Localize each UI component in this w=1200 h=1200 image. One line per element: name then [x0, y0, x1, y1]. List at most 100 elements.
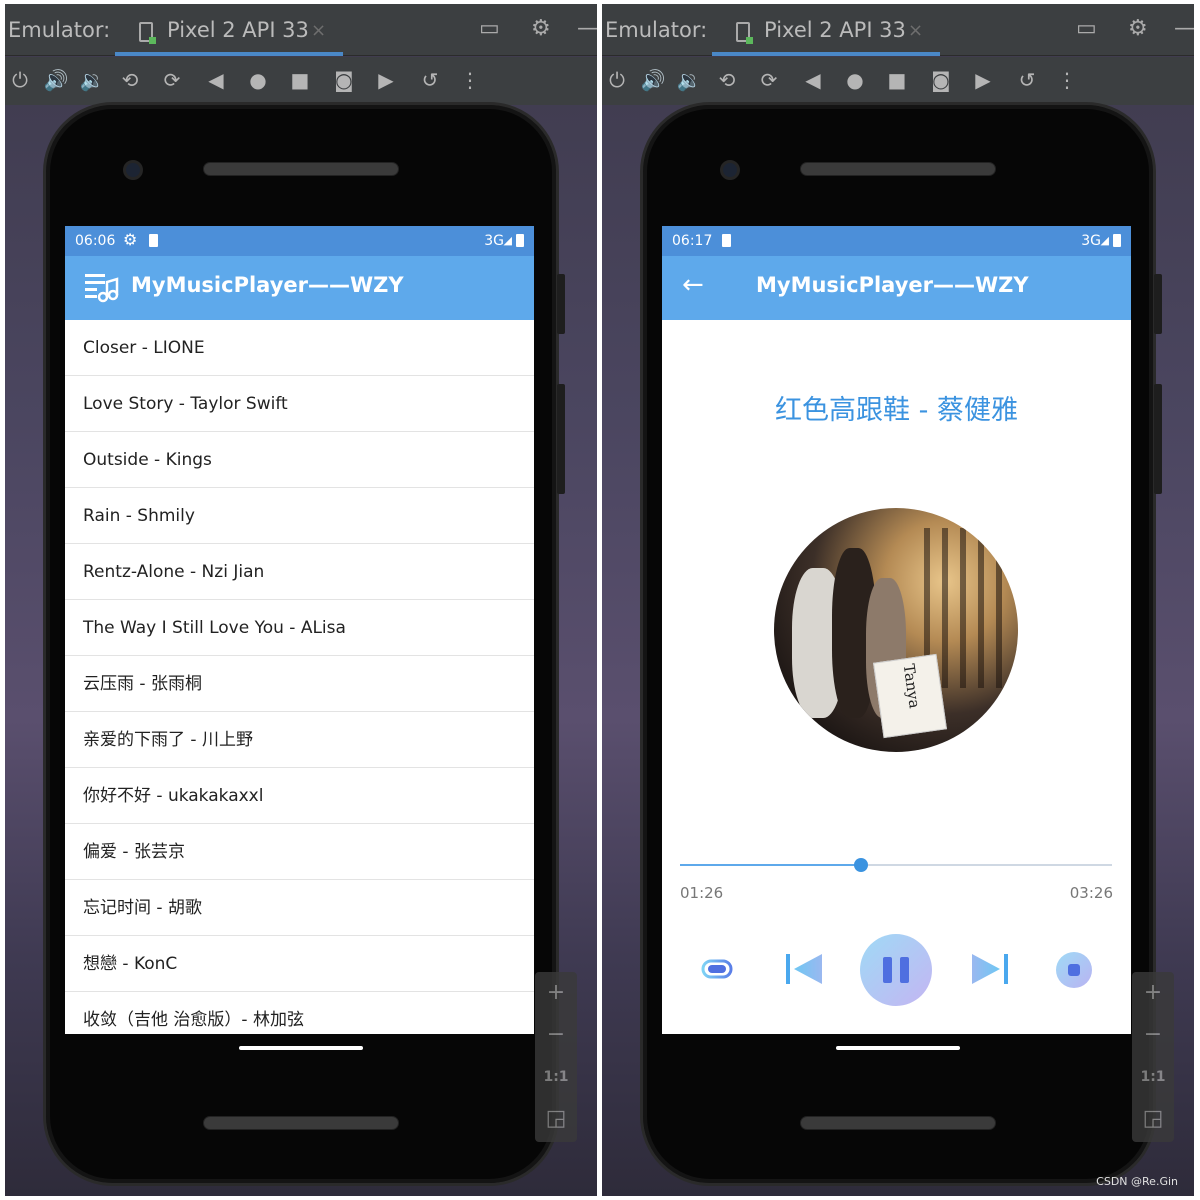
zoom-actual-size-button[interactable]: 1:1 [1132, 1056, 1174, 1098]
device-icon [736, 22, 753, 44]
device-tab-label: Pixel 2 API 33 [167, 18, 309, 42]
fit-screen-icon[interactable]: ◲ [535, 1098, 577, 1140]
close-tab-icon[interactable]: × [908, 20, 923, 41]
zoom-actual-size-button[interactable]: 1:1 [535, 1056, 577, 1098]
screenrecord-icon[interactable]: ▶ [970, 67, 996, 93]
overview-icon[interactable]: ■ [287, 67, 313, 93]
volume-down-icon[interactable]: 🔉 [676, 67, 702, 93]
rotate-right-icon[interactable]: ⟳ [159, 67, 185, 93]
emulator-titlebar: Emulator: Pixel 2 API 33 × ▭ ⚙ — [5, 4, 597, 56]
home-icon[interactable]: ● [842, 67, 868, 93]
signal-icon: ◢ [503, 234, 512, 247]
song-list-item[interactable]: 忘记时间 - 胡歌 [65, 880, 534, 936]
volume-up-icon[interactable]: 🔊 [43, 67, 69, 93]
loop-mode-icon[interactable] [698, 950, 736, 988]
window-layout-icon[interactable]: ▭ [479, 16, 500, 41]
fit-screen-icon[interactable]: ◲ [1132, 1098, 1174, 1140]
settings-status-icon: ⚙ [123, 230, 138, 249]
power-side-button[interactable] [557, 274, 565, 334]
minimize-icon[interactable]: — [577, 16, 597, 41]
cover-text: Tanya [899, 662, 924, 710]
song-list-item[interactable]: 偏爱 - 张芸京 [65, 824, 534, 880]
zoom-out-button[interactable]: − [535, 1014, 577, 1056]
app-bar: MyMusicPlayer——WZY [65, 256, 534, 320]
song-list-item[interactable]: Rentz-Alone - Nzi Jian [65, 544, 534, 600]
back-icon[interactable]: ◀ [800, 67, 826, 93]
back-icon[interactable]: ◀ [203, 67, 229, 93]
cover-card: Tanya [873, 653, 947, 739]
previous-track-icon[interactable] [782, 948, 826, 990]
seek-bar[interactable] [680, 858, 1112, 872]
song-list-item[interactable]: 云压雨 - 张雨桐 [65, 656, 534, 712]
now-playing-title: 红色高跟鞋 - 蔡健雅 [775, 395, 1018, 426]
volume-down-icon[interactable]: 🔉 [79, 67, 105, 93]
window-layout-icon[interactable]: ▭ [1076, 16, 1097, 41]
gesture-nav-bar[interactable] [836, 1046, 960, 1050]
sd-card-icon [149, 234, 158, 247]
pause-button[interactable] [858, 932, 934, 1008]
emulator-toolbar: ⏻ 🔊 🔉 ⟲ ⟳ ◀ ● ■ ◙ ▶ ↺ ⋮ [602, 57, 1194, 105]
earpiece-speaker [800, 162, 996, 176]
close-tab-icon[interactable]: × [311, 20, 326, 41]
song-list-item[interactable]: 想戀 - KonC [65, 936, 534, 992]
device-tab[interactable]: Pixel 2 API 33 × [712, 4, 940, 56]
app-title: MyMusicPlayer——WZY [756, 273, 1029, 297]
more-icon[interactable]: ⋮ [457, 67, 483, 93]
snapshot-icon[interactable]: ↺ [417, 67, 443, 93]
app-bar: ← MyMusicPlayer——WZY [662, 256, 1131, 320]
power-icon[interactable]: ⏻ [7, 67, 33, 93]
snapshot-icon[interactable]: ↺ [1014, 67, 1040, 93]
song-list-item[interactable]: Love Story - Taylor Swift [65, 376, 534, 432]
emulator-panel-left: Emulator: Pixel 2 API 33 × ▭ ⚙ — ⏻ 🔊 🔉 ⟲… [5, 4, 597, 1196]
stop-button[interactable] [1054, 950, 1094, 990]
device-tab-label: Pixel 2 API 33 [764, 18, 906, 42]
watermark: CSDN @Re.Gin [1096, 1175, 1178, 1188]
power-side-button[interactable] [1154, 274, 1162, 334]
volume-side-button[interactable] [1154, 384, 1162, 494]
emulator-label: Emulator: [605, 18, 708, 42]
volume-side-button[interactable] [557, 384, 565, 494]
screenshot-icon[interactable]: ◙ [331, 67, 357, 93]
screenrecord-icon[interactable]: ▶ [373, 67, 399, 93]
song-list-item[interactable]: Outside - Kings [65, 432, 534, 488]
next-track-icon[interactable] [968, 948, 1012, 990]
rotate-left-icon[interactable]: ⟲ [117, 67, 143, 93]
current-time: 01:26 [680, 884, 724, 902]
battery-icon [1113, 234, 1121, 247]
rotate-left-icon[interactable]: ⟲ [714, 67, 740, 93]
song-list-item[interactable]: Closer - LIONE [65, 320, 534, 376]
zoom-controls: + − 1:1 ◲ [1132, 972, 1174, 1142]
power-icon[interactable]: ⏻ [604, 67, 630, 93]
sd-card-icon [722, 234, 731, 247]
minimize-icon[interactable]: — [1174, 16, 1194, 41]
song-list-item[interactable]: Rain - Shmily [65, 488, 534, 544]
overview-icon[interactable]: ■ [884, 67, 910, 93]
song-list-item[interactable]: 收敛（吉他 治愈版）- 林加弦 [65, 992, 534, 1034]
volume-up-icon[interactable]: 🔊 [640, 67, 666, 93]
music-list-icon [85, 274, 119, 303]
zoom-out-button[interactable]: − [1132, 1014, 1174, 1056]
more-icon[interactable]: ⋮ [1054, 67, 1080, 93]
back-arrow-icon[interactable]: ← [682, 270, 704, 300]
gesture-nav-bar[interactable] [239, 1046, 363, 1050]
phone-screen-player: 06:17 3G ◢ ← MyMusicPlayer——WZY 红色高跟鞋 - … [662, 226, 1131, 1034]
total-time: 03:26 [1069, 884, 1113, 902]
network-indicator: 3G [1081, 233, 1101, 249]
gear-icon[interactable]: ⚙ [1128, 16, 1148, 41]
emulator-toolbar: ⏻ 🔊 🔉 ⟲ ⟳ ◀ ● ■ ◙ ▶ ↺ ⋮ [5, 57, 597, 105]
rotate-right-icon[interactable]: ⟳ [756, 67, 782, 93]
device-tab[interactable]: Pixel 2 API 33 × [115, 4, 343, 56]
song-list-item[interactable]: 你好不好 - ukakakaxxl [65, 768, 534, 824]
emulator-label: Emulator: [8, 18, 111, 42]
phone-screen-list: 06:06 ⚙ 3G ◢ MyMusicPlayer——WZY Closer -… [65, 226, 534, 1034]
screenshot-icon[interactable]: ◙ [928, 67, 954, 93]
song-list-item[interactable]: 亲爱的下雨了 - 川上野 [65, 712, 534, 768]
zoom-in-button[interactable]: + [535, 972, 577, 1014]
home-icon[interactable]: ● [245, 67, 271, 93]
song-list-item[interactable]: The Way I Still Love You - ALisa [65, 600, 534, 656]
emulator-titlebar: Emulator: Pixel 2 API 33 × ▭ ⚙ — [602, 4, 1194, 56]
app-title: MyMusicPlayer——WZY [131, 273, 404, 297]
seek-thumb[interactable] [854, 858, 869, 872]
zoom-in-button[interactable]: + [1132, 972, 1174, 1014]
gear-icon[interactable]: ⚙ [531, 16, 551, 41]
